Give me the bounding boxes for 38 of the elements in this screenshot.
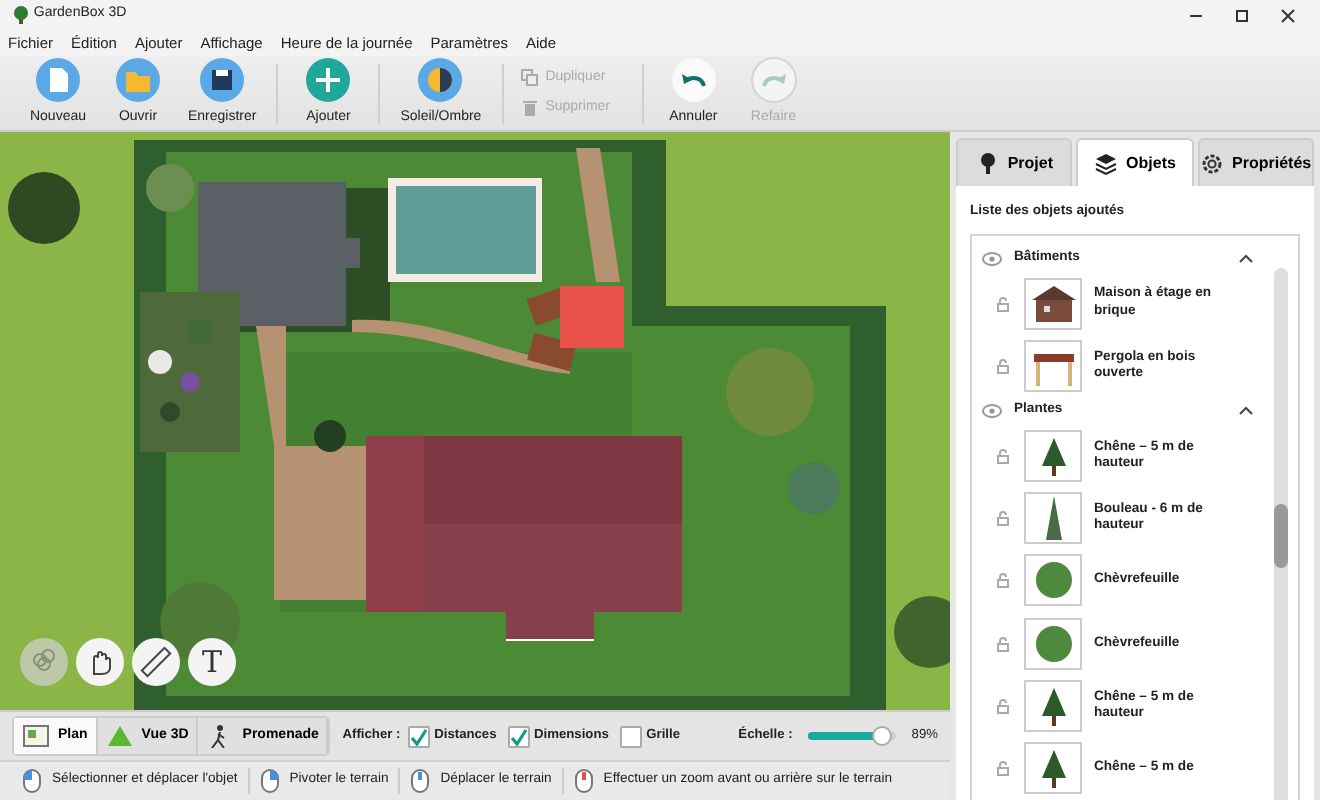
app-logo-icon (12, 6, 30, 24)
trash-icon (519, 97, 540, 118)
mouse-icon (410, 768, 431, 794)
lock-icon[interactable] (996, 697, 1012, 714)
folder-icon (114, 56, 162, 105)
checkbox[interactable] (508, 725, 531, 747)
lock-icon[interactable] (996, 635, 1012, 652)
chevron-up-icon[interactable] (1238, 404, 1254, 417)
panel-tab[interactable]: Objets (1076, 138, 1194, 186)
layers-icon (1094, 151, 1119, 175)
checkmark-icon (510, 727, 529, 745)
settings-icon (1200, 151, 1225, 175)
lock-icon[interactable] (996, 760, 1012, 777)
mouse-icon (259, 768, 280, 794)
chevron-up-icon[interactable] (1238, 252, 1254, 265)
sun-shade-icon (416, 56, 465, 105)
lock-icon[interactable] (996, 295, 1012, 312)
panel-tab[interactable]: Projet (956, 138, 1073, 186)
mouse-icon (22, 768, 42, 794)
checkbox[interactable] (408, 725, 431, 747)
scrollbar[interactable] (1274, 268, 1288, 800)
plan-icon (22, 724, 50, 748)
lock-icon[interactable] (996, 572, 1012, 589)
lock-icon[interactable] (996, 357, 1012, 374)
scale-slider[interactable] (808, 732, 897, 740)
ruler-icon (136, 642, 176, 682)
mouse-icon (573, 768, 594, 794)
panel-tab[interactable]: Propriétés (1197, 138, 1314, 186)
checkbox[interactable] (620, 725, 643, 747)
duplicate-icon (519, 68, 540, 89)
close-icon[interactable] (1280, 7, 1296, 23)
slider-thumb[interactable] (872, 726, 892, 746)
checkmark-icon (410, 727, 429, 745)
maximize-icon[interactable] (1234, 7, 1250, 23)
lock-icon[interactable] (996, 447, 1012, 464)
eye-icon[interactable] (982, 251, 1002, 266)
eye-icon[interactable] (982, 403, 1002, 418)
lock-icon[interactable] (996, 510, 1012, 527)
